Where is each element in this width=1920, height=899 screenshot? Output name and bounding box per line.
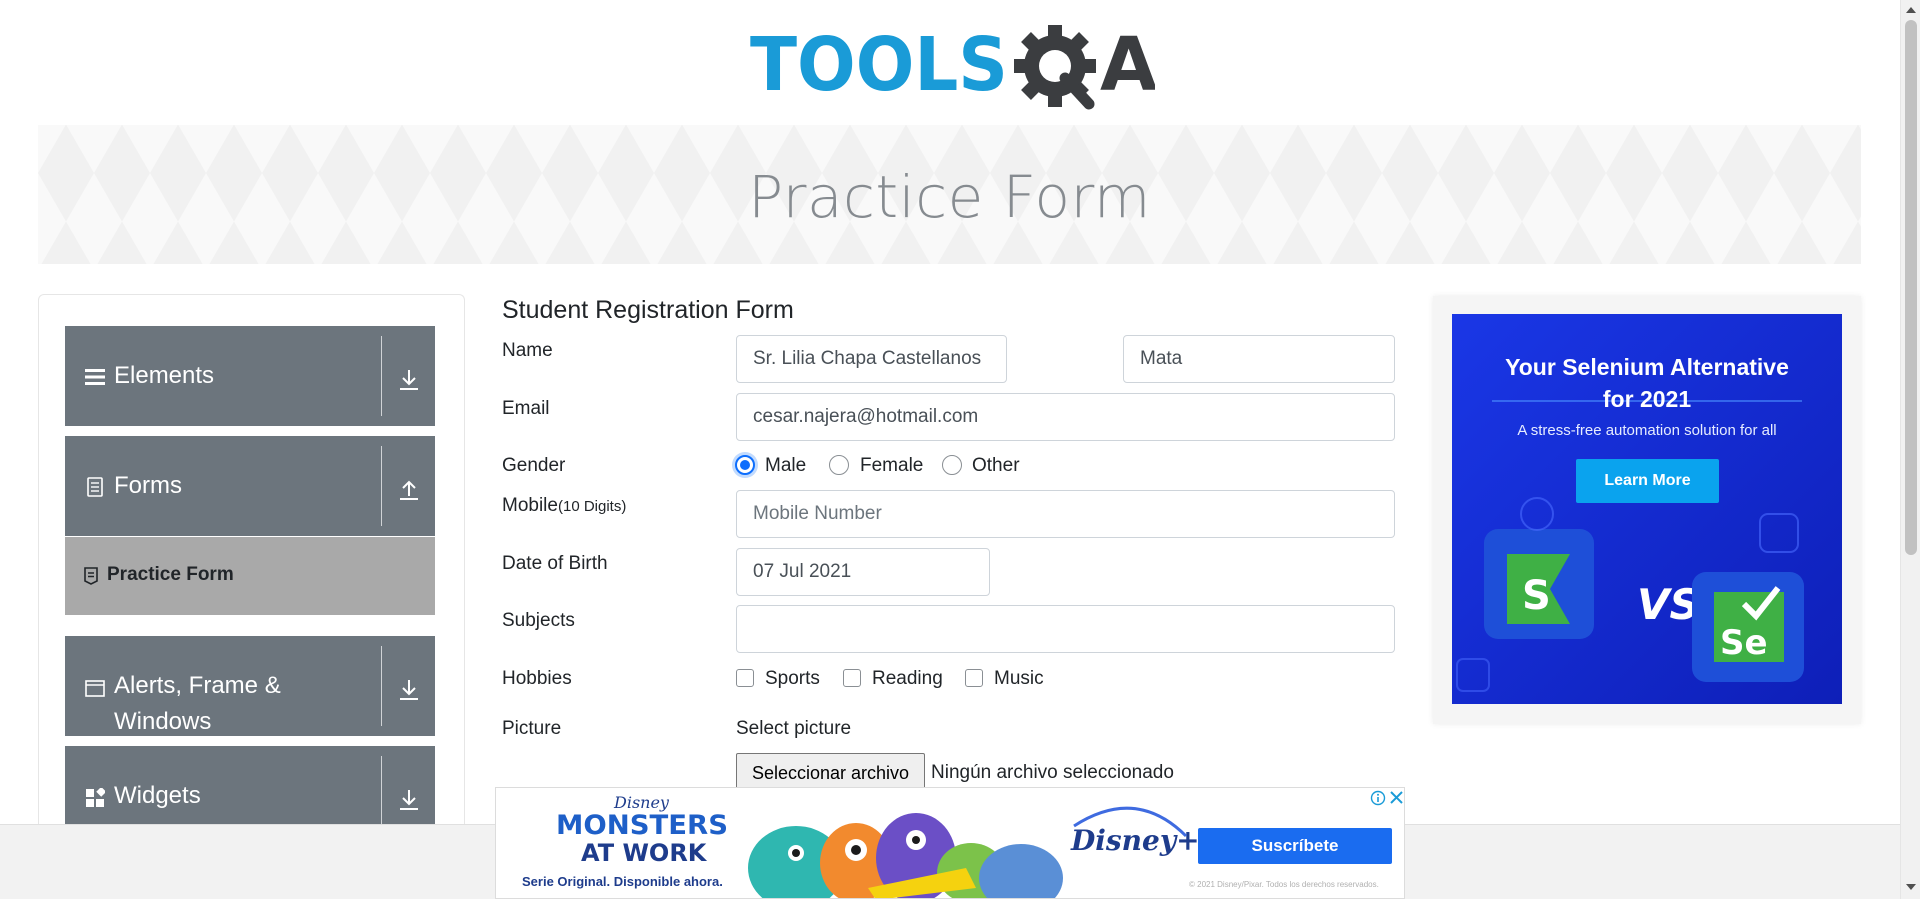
divider xyxy=(381,336,382,416)
ad-close-icon[interactable] xyxy=(1389,790,1404,805)
dob-input[interactable]: 07 Jul 2021 xyxy=(736,548,990,596)
picture-label: Picture xyxy=(502,718,562,739)
hobby-music-label[interactable]: Music xyxy=(994,668,1044,690)
hobby-reading-label[interactable]: Reading xyxy=(872,668,943,690)
subjects-label: Subjects xyxy=(502,610,575,631)
upload-icon[interactable] xyxy=(395,476,423,504)
page-scrollbar[interactable] xyxy=(1900,0,1920,899)
ad-fine-print: © 2021 Disney/Pixar. Todos los derechos … xyxy=(1189,880,1379,889)
ad-title-line1: MONSTERS xyxy=(556,810,728,841)
gender-label: Gender xyxy=(502,455,566,476)
sidebar: Elements Forms Practice Form Alerts, Fra… xyxy=(38,294,465,854)
sidebar-group-forms[interactable]: Forms xyxy=(65,436,435,536)
file-status-text: Ningún archivo seleccionado xyxy=(931,762,1174,783)
scroll-down-arrow-icon[interactable] xyxy=(1906,884,1916,890)
logo-text-right: A xyxy=(1100,22,1155,108)
form-title: Student Registration Form xyxy=(502,296,794,324)
last-name-input[interactable]: Mata xyxy=(1123,335,1395,383)
download-icon[interactable] xyxy=(395,676,423,704)
subjects-input[interactable] xyxy=(736,605,1395,653)
ad-vs-text: VS xyxy=(1637,580,1700,629)
ad-left-logo-letter: S xyxy=(1522,573,1551,619)
select-picture-label: Select picture xyxy=(736,718,852,739)
gear-icon xyxy=(1014,25,1096,110)
monsters-artwork xyxy=(748,813,1063,898)
logo-text-left: TOOLS xyxy=(750,22,1008,108)
divider xyxy=(381,646,382,726)
widgets-icon xyxy=(86,788,105,807)
gender-male-radio[interactable] xyxy=(735,455,755,475)
hobby-reading-checkbox[interactable] xyxy=(843,669,861,687)
document-icon xyxy=(87,477,103,497)
ad-info-icon[interactable] xyxy=(1370,790,1386,806)
ad-title-line2: AT WORK xyxy=(581,839,708,867)
page-header-banner: Practice Form xyxy=(38,125,1861,264)
hobby-sports-checkbox[interactable] xyxy=(736,669,754,687)
sidebar-group-label-line1: Alerts, Frame & xyxy=(114,672,281,699)
scroll-up-arrow-icon[interactable] xyxy=(1906,7,1916,13)
mobile-label-text: Mobile xyxy=(502,495,558,516)
download-icon[interactable] xyxy=(395,366,423,394)
mobile-label: Mobile(10 Digits) xyxy=(502,495,626,517)
sidebar-group-elements[interactable]: Elements xyxy=(65,326,435,426)
gender-female-radio[interactable] xyxy=(829,455,849,475)
email-label: Email xyxy=(502,398,550,419)
window-icon xyxy=(85,680,105,697)
ad-right-logo-text: Se xyxy=(1720,623,1768,663)
gender-other-label[interactable]: Other xyxy=(972,455,1020,477)
subscribe-button[interactable]: Suscríbete xyxy=(1198,828,1392,864)
dob-label: Date of Birth xyxy=(502,553,608,574)
ad-tagline: Serie Original. Disponible ahora. xyxy=(522,874,723,889)
ad-headline-line2: for 2021 xyxy=(1602,386,1692,412)
ad-subtext: A stress-free automation solution for al… xyxy=(1517,422,1777,439)
hamburger-icon xyxy=(85,369,105,385)
hobby-music-checkbox[interactable] xyxy=(965,669,983,687)
ad-headline-line1: Your Selenium Alternative xyxy=(1505,354,1789,380)
sidebar-group-label: Elements xyxy=(114,362,215,389)
toolsqa-logo[interactable]: TOOLS A xyxy=(750,18,1155,114)
learn-more-button[interactable]: Learn More xyxy=(1576,459,1719,503)
ad-disney-monsters-at-work[interactable]: Disney MONSTERS AT WORK Disney+ Suscríbe… xyxy=(495,787,1405,899)
sidebar-group-label: Widgets xyxy=(114,782,201,809)
gender-female-label[interactable]: Female xyxy=(860,455,923,477)
name-label: Name xyxy=(502,340,553,361)
hobby-sports-label[interactable]: Sports xyxy=(765,668,820,690)
email-input[interactable]: cesar.najera@hotmail.com xyxy=(736,393,1395,441)
mobile-hint: (10 Digits) xyxy=(557,498,627,515)
mobile-input[interactable]: Mobile Number xyxy=(736,490,1395,538)
sidebar-group-label-line2: Windows xyxy=(114,708,212,735)
hobbies-label: Hobbies xyxy=(502,668,572,689)
sidebar-item-label: Practice Form xyxy=(107,564,234,585)
download-icon[interactable] xyxy=(395,786,423,814)
gender-other-radio[interactable] xyxy=(942,455,962,475)
sidebar-group-alerts-frame-windows[interactable]: Alerts, Frame & Windows xyxy=(65,636,435,736)
sidebar-item-practice-form[interactable]: Practice Form xyxy=(65,537,435,615)
sidebar-group-label: Forms xyxy=(114,472,182,499)
gender-male-label[interactable]: Male xyxy=(765,455,806,477)
page-title: Practice Form xyxy=(748,163,1151,231)
ad-selenium-alternative[interactable]: S VS Se Your Selenium Alternative for 20… xyxy=(1433,296,1861,724)
divider xyxy=(381,446,382,526)
scrollbar-thumb[interactable] xyxy=(1905,20,1917,555)
first-name-input[interactable]: Sr. Lilia Chapa Castellanos xyxy=(736,335,1007,383)
form-icon xyxy=(84,567,98,585)
